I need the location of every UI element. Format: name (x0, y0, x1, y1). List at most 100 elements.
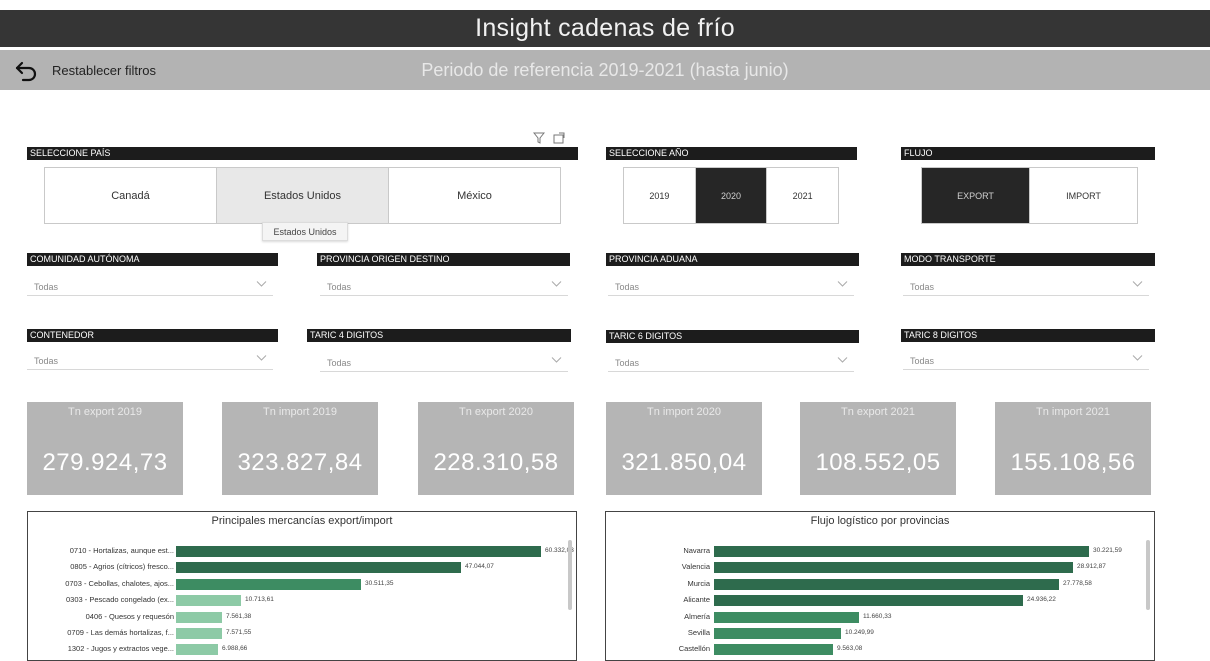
data-label: 27.778,58 (1063, 579, 1092, 587)
country-option-canada[interactable]: Canadá (45, 168, 217, 223)
chevron-down-icon (256, 355, 267, 361)
flow-option-export[interactable]: EXPORT (922, 168, 1030, 223)
flow-option-import[interactable]: IMPORT (1030, 168, 1137, 223)
category-label: 1302 - Jugos y extractos vege... (67, 644, 174, 654)
kpi-value: 228.310,58 (433, 449, 559, 476)
category-label: 0303 - Pescado congelado (ex... (66, 595, 174, 605)
year-option-2021[interactable]: 2021 (767, 168, 838, 223)
chart-title: Flujo logístico por provincias (810, 515, 950, 527)
bar-row[interactable]: Sevilla 10.249,99 (606, 626, 1136, 640)
data-label: 47.044,07 (465, 563, 494, 571)
dropdown-value: Todas (910, 282, 935, 292)
category-label: Sevilla (687, 628, 710, 637)
bar[interactable] (714, 628, 841, 639)
kpi-label: Tn export 2020 (459, 406, 533, 418)
bar[interactable] (714, 644, 833, 656)
bar[interactable] (176, 546, 541, 557)
autonomous-community-header: COMUNIDAD AUTÓNOMA (27, 253, 278, 266)
kpi-card-export-2020: Tn export 2020 228.310,58 (418, 402, 574, 495)
data-label: 7.561,38 (226, 612, 252, 620)
dropdown-value: Todas (615, 358, 640, 368)
bar-row[interactable]: Almería 11.660,33 (606, 610, 1136, 624)
category-label: Valencia (681, 562, 710, 572)
category-label: 0710 - Hortalizas, aunque est... (69, 546, 174, 555)
vertical-scrollbar[interactable] (568, 540, 572, 610)
bar-row[interactable]: 1302 - Jugos y extractos vege... 6.988,66 (28, 642, 558, 656)
category-label: Castellón (678, 644, 710, 654)
bar[interactable] (176, 628, 222, 639)
data-label: 6.988,66 (222, 645, 248, 653)
bar-row[interactable]: 0710 - Hortalizas, aunque est... 60.332,0… (28, 544, 574, 558)
bar-row[interactable]: 0805 - Agrios (cítricos) fresco... 47.044… (28, 560, 558, 574)
bar-row[interactable]: 0406 - Quesos y requesón 7.561,38 (28, 610, 558, 624)
chevron-down-icon (837, 357, 848, 363)
bar[interactable] (176, 595, 241, 607)
data-label: 30.221,59 (1093, 547, 1122, 554)
country-slicer: Canadá Estados Unidos México (44, 167, 561, 224)
bar[interactable] (176, 578, 361, 590)
bar-row[interactable]: Navarra 30.221,59 (606, 544, 1136, 558)
transport-mode-header: MODO TRANSPORTE (901, 253, 1155, 266)
kpi-value: 108.552,05 (815, 449, 941, 476)
report-title-bar: Insight cadenas de frío (0, 10, 1210, 47)
bar[interactable] (714, 611, 859, 623)
origin-province-dropdown[interactable]: Todas (320, 276, 568, 296)
taric-8-dropdown[interactable]: Todas (903, 350, 1149, 370)
year-slicer: 2019 2020 2021 (623, 167, 839, 224)
chart-panel-provinces: Flujo logístico por provincias Navarra 30… (605, 511, 1155, 661)
report-title: Insight cadenas de frío (475, 14, 735, 42)
category-label: Navarra (683, 546, 710, 555)
bar[interactable] (176, 562, 461, 574)
bar[interactable] (714, 595, 1023, 607)
chevron-down-icon (1132, 281, 1143, 287)
category-label: Almería (684, 611, 710, 621)
kpi-card-import-2021: Tn import 2021 155.108,56 (995, 402, 1151, 495)
bar-row[interactable]: 0303 - Pescado congelado (ex... 10.713,61 (28, 593, 558, 607)
year-option-2019[interactable]: 2019 (624, 168, 696, 223)
focus-mode-icon[interactable] (553, 132, 565, 144)
dropdown-value: Todas (34, 282, 59, 292)
bar[interactable] (714, 562, 1073, 574)
flow-slicer-header: FLUJO (901, 147, 1155, 160)
bar-row[interactable]: 0703 - Cebollas, chalotes, ajos... 30.511… (28, 577, 558, 591)
bar-row[interactable]: 0709 - Las demás hortalizas, f... 7.571,5… (28, 626, 558, 640)
bar-row[interactable]: Castellón 9.563,08 (606, 642, 1136, 656)
container-header: CONTENEDOR (27, 329, 278, 342)
taric-8-header: TARIC 8 DIGITOS (901, 329, 1155, 342)
taric-6-dropdown[interactable]: Todas (608, 352, 854, 372)
bar[interactable] (714, 546, 1089, 557)
flow-slicer: EXPORT IMPORT (921, 167, 1138, 224)
bar[interactable] (176, 644, 218, 656)
taric-4-dropdown[interactable]: Todas (320, 352, 568, 372)
kpi-label: Tn import 2019 (263, 406, 337, 418)
bar[interactable] (176, 611, 222, 623)
kpi-card-import-2020: Tn import 2020 321.850,04 (606, 402, 762, 495)
bar-row[interactable]: Alicante 24.936,22 (606, 593, 1136, 607)
kpi-value: 155.108,56 (1010, 449, 1136, 476)
data-label: 9.563,08 (837, 645, 863, 653)
visual-header-icons (533, 132, 565, 144)
data-label: 24.936,22 (1027, 596, 1056, 604)
bar-row[interactable]: Valencia 28.912,87 (606, 560, 1136, 574)
data-label: 7.571,55 (226, 629, 252, 636)
autonomous-community-dropdown[interactable]: Todas (27, 276, 273, 296)
category-label: Murcia (687, 578, 710, 588)
filter-icon[interactable] (533, 132, 545, 144)
chevron-down-icon (551, 357, 562, 363)
data-label: 10.249,99 (845, 629, 874, 636)
data-label: 10.713,61 (245, 596, 274, 604)
transport-mode-dropdown[interactable]: Todas (903, 276, 1149, 296)
customs-province-dropdown[interactable]: Todas (608, 276, 854, 296)
chevron-down-icon (256, 281, 267, 287)
container-dropdown[interactable]: Todas (27, 350, 273, 370)
country-option-estados-unidos[interactable]: Estados Unidos (217, 168, 389, 223)
year-option-2020[interactable]: 2020 (695, 168, 768, 223)
country-option-mexico[interactable]: México (389, 168, 560, 223)
vertical-scrollbar[interactable] (1146, 540, 1150, 610)
kpi-label: Tn export 2021 (841, 406, 915, 418)
taric-6-header: TARIC 6 DIGITOS (606, 330, 859, 343)
data-label: 28.912,87 (1077, 563, 1106, 571)
dropdown-value: Todas (327, 282, 352, 292)
bar-row[interactable]: Murcia 27.778,58 (606, 577, 1136, 591)
bar[interactable] (714, 578, 1059, 590)
